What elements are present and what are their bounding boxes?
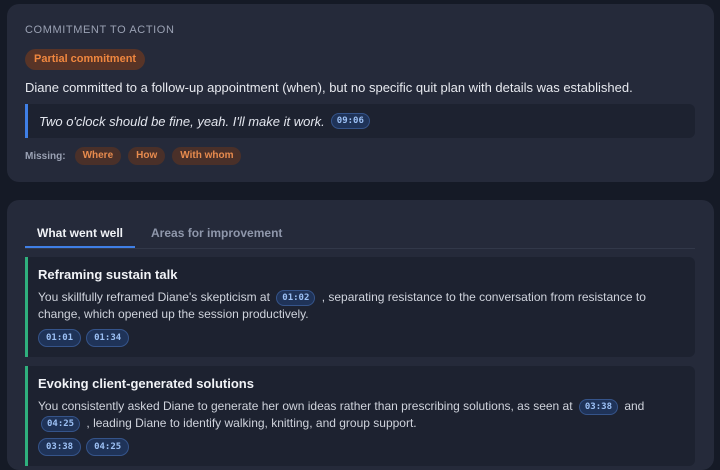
missing-chip-with-whom: With whom <box>172 147 242 165</box>
missing-label: Missing: <box>25 150 66 162</box>
feedback-item-body: You consistently asked Diane to generate… <box>38 398 683 432</box>
body-text: You skillfully reframed Diane's skeptici… <box>38 290 274 304</box>
timestamp-row: 01:01 01:34 <box>38 329 683 347</box>
feedback-item-title: Evoking client-generated solutions <box>38 376 254 391</box>
commitment-summary: Diane committed to a follow-up appointme… <box>25 80 633 95</box>
missing-chip-how: How <box>128 147 166 165</box>
timestamp-chip[interactable]: 01:34 <box>86 329 130 347</box>
missing-row: Missing: Where How With whom <box>25 147 696 165</box>
feedback-tabs: What went well Areas for improvement <box>25 223 695 249</box>
feedback-item-title: Reframing sustain talk <box>38 267 178 282</box>
quote-text: Two o'clock should be fine, yeah. I'll m… <box>39 113 325 129</box>
timestamp-chip[interactable]: 04:25 <box>41 415 81 432</box>
timestamp-chip[interactable]: 09:06 <box>330 113 370 129</box>
feedback-item-body: You skillfully reframed Diane's skeptici… <box>38 289 683 323</box>
timestamp-row: 03:38 04:25 <box>38 438 683 456</box>
client-quote: Two o'clock should be fine, yeah. I'll m… <box>25 104 695 138</box>
commitment-card: COMMITMENT TO ACTION Partial commitment … <box>7 4 714 182</box>
timestamp-chip[interactable]: 04:25 <box>86 438 130 456</box>
tab-what-went-well[interactable]: What went well <box>25 223 136 248</box>
timestamp-chip[interactable]: 01:01 <box>38 329 82 347</box>
timestamp-chip[interactable]: 01:02 <box>276 289 316 306</box>
body-text: , leading Diane to identify walking, kni… <box>83 416 417 430</box>
section-label: COMMITMENT TO ACTION <box>25 24 175 36</box>
body-text: and <box>620 399 645 413</box>
timestamp-chip[interactable]: 03:38 <box>38 438 82 456</box>
feedback-item: Evoking client-generated solutions You c… <box>25 366 695 466</box>
feedback-card: What went well Areas for improvement Ref… <box>7 200 714 470</box>
missing-chip-where: Where <box>74 147 122 165</box>
tab-areas-for-improvement[interactable]: Areas for improvement <box>139 223 294 248</box>
timestamp-chip[interactable]: 03:38 <box>578 398 618 415</box>
body-text: You consistently asked Diane to generate… <box>38 399 576 413</box>
commitment-status-badge: Partial commitment <box>25 49 146 70</box>
feedback-item: Reframing sustain talk You skillfully re… <box>25 257 695 357</box>
